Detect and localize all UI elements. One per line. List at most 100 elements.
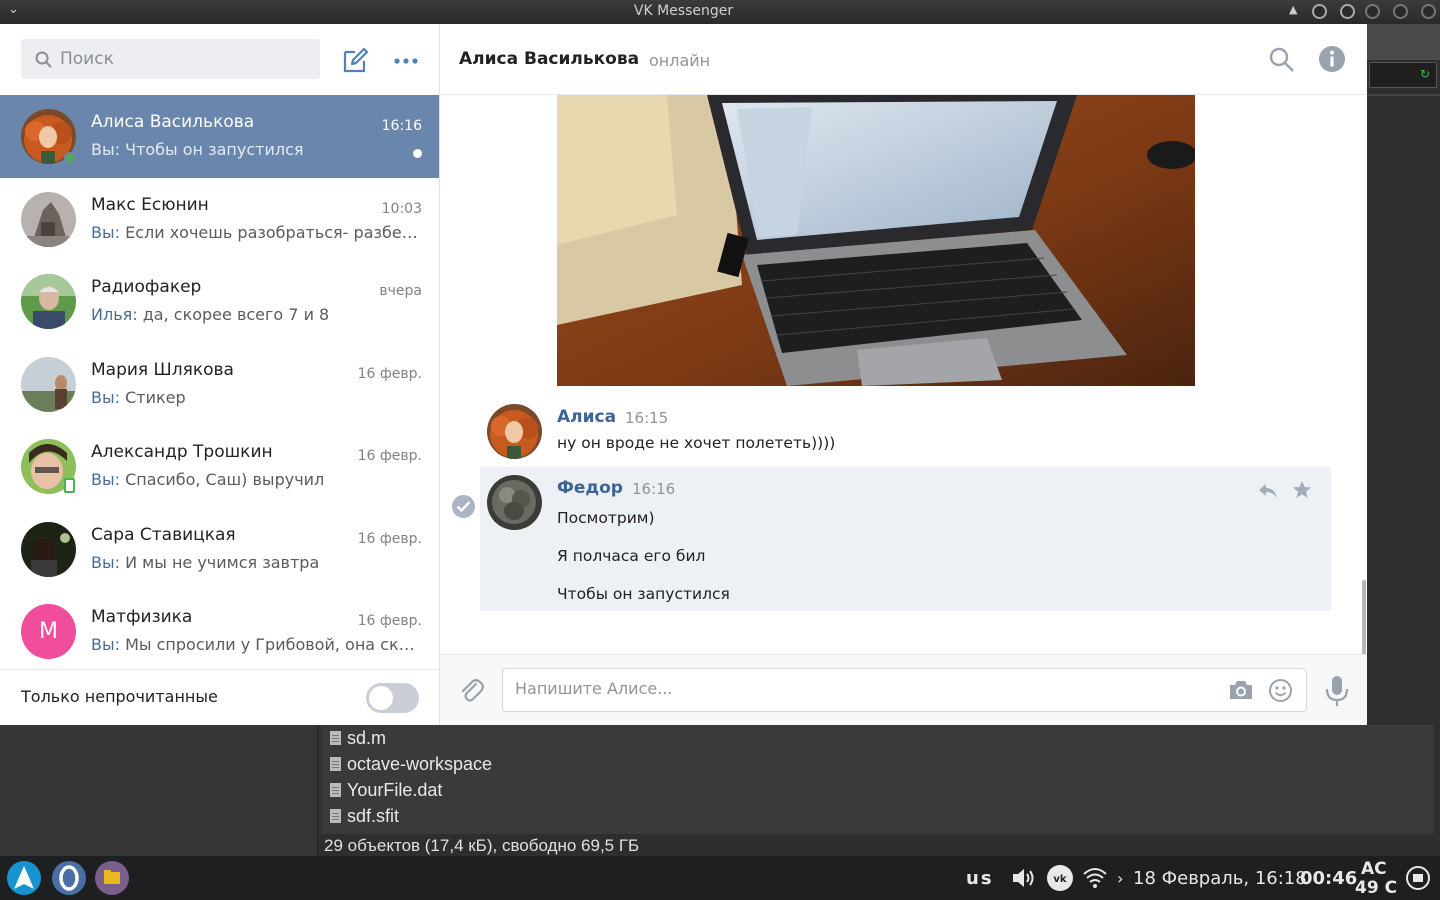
file-item[interactable]: YourFile.dat bbox=[322, 777, 1434, 803]
dialog-item[interactable]: Радиофакер вчера Илья: да, скорее всего … bbox=[0, 260, 439, 343]
dialog-item[interactable]: Мария Шлякова 16 февр. Вы: Стикер bbox=[0, 343, 439, 426]
paperclip-icon[interactable] bbox=[459, 677, 485, 705]
dialog-name: Алиса Василькова bbox=[91, 112, 255, 132]
message-author[interactable]: Алиса bbox=[557, 407, 616, 427]
chevron-right-icon[interactable]: › bbox=[1117, 869, 1123, 888]
dialog-preview: Вы: Мы спросили у Грибовой, она сказа… bbox=[91, 635, 421, 654]
file-name: sd.m bbox=[347, 727, 387, 748]
preview-sender: Вы: bbox=[91, 140, 120, 159]
message-time: 16:16 bbox=[632, 480, 676, 498]
info-icon[interactable] bbox=[1318, 45, 1346, 73]
preview-text: Если хочешь разобраться- разбере… bbox=[125, 222, 421, 242]
dialog-item[interactable]: Сара Ставицкая 16 февр. Вы: И мы не учим… bbox=[0, 508, 439, 591]
maximize-button[interactable] bbox=[1340, 4, 1355, 19]
svg-text:vk: vk bbox=[1053, 874, 1067, 885]
peer-name[interactable]: Алиса Василькова bbox=[459, 49, 639, 69]
show-desktop-icon[interactable] bbox=[1406, 866, 1430, 894]
smile-icon[interactable] bbox=[1268, 678, 1293, 703]
opera-icon[interactable] bbox=[52, 861, 86, 895]
dialog-item[interactable]: М Матфизика 16 февр. Вы: Мы спросили у Г… bbox=[0, 590, 439, 673]
power-status: AC bbox=[1361, 859, 1387, 879]
star-icon[interactable] bbox=[1292, 480, 1312, 500]
search-icon bbox=[35, 51, 52, 68]
selected-check-icon[interactable] bbox=[452, 495, 475, 518]
message-text: ну он вроде не хочет полететь)))) bbox=[557, 434, 836, 452]
shade-icon[interactable]: ▲ bbox=[1289, 3, 1297, 16]
message-author[interactable]: Федор bbox=[557, 478, 623, 498]
dialog-item[interactable]: Александр Трошкин 16 февр. Вы: Спасибо, … bbox=[0, 425, 439, 508]
preview-text: И мы не учимся завтра bbox=[125, 552, 320, 572]
minimize-button[interactable] bbox=[1312, 4, 1327, 19]
background-window-button[interactable] bbox=[1365, 4, 1380, 19]
refresh-icon[interactable]: ↻ bbox=[1420, 67, 1430, 81]
dialog-preview: Вы: Чтобы он запустился bbox=[91, 140, 421, 159]
dialog-time: вчера bbox=[379, 283, 422, 299]
clock[interactable]: 00:46 bbox=[1300, 868, 1357, 889]
window-title: VK Messenger bbox=[633, 3, 734, 19]
avatar: М bbox=[21, 604, 76, 659]
search-box[interactable] bbox=[21, 39, 320, 79]
search-input[interactable] bbox=[60, 49, 310, 69]
background-toolbar bbox=[1367, 24, 1440, 60]
background-window-button[interactable] bbox=[1393, 4, 1408, 19]
volume-icon[interactable] bbox=[1011, 867, 1037, 893]
message-group[interactable]: Алиса 16:15 ну он вроде не хочет полетет… bbox=[480, 396, 1331, 468]
message-group[interactable]: Федор 16:16 Посмотрим) Я полчаса его бил… bbox=[480, 467, 1331, 611]
arch-launcher-icon[interactable] bbox=[7, 861, 41, 895]
only-unread-bar: Только непрочитанные bbox=[0, 669, 439, 725]
file-item[interactable]: octave-workspace bbox=[322, 751, 1434, 777]
dialog-preview: Вы: Стикер bbox=[91, 388, 421, 407]
reply-icon[interactable] bbox=[1257, 481, 1279, 501]
preview-sender: Вы: bbox=[91, 552, 120, 572]
file-item[interactable]: sd.m bbox=[322, 725, 1434, 751]
file-icon bbox=[330, 731, 341, 745]
dialog-time: 16 февр. bbox=[357, 365, 422, 382]
search-icon[interactable] bbox=[1268, 46, 1296, 74]
message-input-box[interactable] bbox=[502, 668, 1307, 712]
only-unread-toggle[interactable] bbox=[366, 683, 419, 713]
photo-attachment[interactable] bbox=[557, 95, 1195, 386]
preview-text: да, скорее всего 7 и 8 bbox=[142, 305, 330, 324]
divider bbox=[1367, 94, 1440, 96]
dialogs-sidebar: Алиса Василькова 16:16 Вы: Чтобы он запу… bbox=[0, 24, 440, 725]
taskbar: us vk › 18 Февраль, 16:18 00:46 AC 49 C bbox=[0, 856, 1440, 900]
message-text: Чтобы он запустился bbox=[557, 585, 730, 603]
avatar bbox=[21, 521, 76, 577]
window-titlebar[interactable]: ⌄ VK Messenger ▲ bbox=[0, 0, 1440, 24]
preview-sender: Вы: bbox=[91, 635, 120, 654]
dialog-item[interactable]: Макс Есюнин 10:03 Вы: Если хочешь разобр… bbox=[0, 178, 439, 261]
file-list: sd.m octave-workspace YourFile.dat sdf.s… bbox=[322, 725, 1434, 835]
background-window-button[interactable] bbox=[1421, 4, 1436, 19]
preview-text: Мы спросили у Грибовой, она сказа… bbox=[125, 635, 421, 654]
dialog-item[interactable]: Алиса Василькова 16:16 Вы: Чтобы он запу… bbox=[0, 95, 439, 178]
dialog-name: Мария Шлякова bbox=[91, 359, 234, 380]
avatar bbox=[21, 274, 76, 329]
compose-icon[interactable] bbox=[340, 46, 370, 76]
background-field[interactable]: ↻ bbox=[1369, 62, 1437, 88]
date-time[interactable]: 18 Февраль, 16:18 bbox=[1133, 868, 1307, 889]
microphone-icon[interactable] bbox=[1324, 675, 1350, 707]
dialog-preview: Вы: Спасибо, Саш) выручил bbox=[91, 470, 421, 489]
dialog-time: 16 февр. bbox=[357, 448, 422, 464]
file-item[interactable]: sdf.sfit bbox=[322, 803, 1434, 829]
file-icon bbox=[330, 809, 341, 823]
keyboard-layout[interactable]: us bbox=[966, 868, 994, 889]
avatar bbox=[21, 191, 76, 247]
dialog-preview: Илья: да, скорее всего 7 и 8 bbox=[91, 305, 421, 324]
chat-panel: Алиса Василькова онлайн Алиса 16:15 ну о… bbox=[440, 24, 1367, 725]
message-history: Алиса 16:15 ну он вроде не хочет полетет… bbox=[440, 95, 1367, 655]
message-input[interactable] bbox=[515, 679, 1205, 698]
scrollbar[interactable] bbox=[1362, 580, 1366, 655]
mobile-indicator bbox=[64, 478, 75, 493]
more-icon[interactable] bbox=[392, 46, 422, 76]
file-manager-icon[interactable] bbox=[95, 861, 129, 895]
camera-icon[interactable] bbox=[1228, 679, 1254, 701]
vk-tray-icon[interactable]: vk bbox=[1047, 865, 1073, 895]
avatar bbox=[21, 356, 76, 412]
file-icon bbox=[330, 757, 341, 771]
only-unread-label: Только непрочитанные bbox=[21, 687, 218, 706]
dialog-preview: Вы: Если хочешь разобраться- разбере… bbox=[91, 223, 421, 242]
dialog-time: 16 февр. bbox=[357, 530, 422, 547]
wifi-icon[interactable] bbox=[1082, 866, 1108, 894]
dialog-preview: Вы: И мы не учимся завтра bbox=[91, 553, 421, 572]
